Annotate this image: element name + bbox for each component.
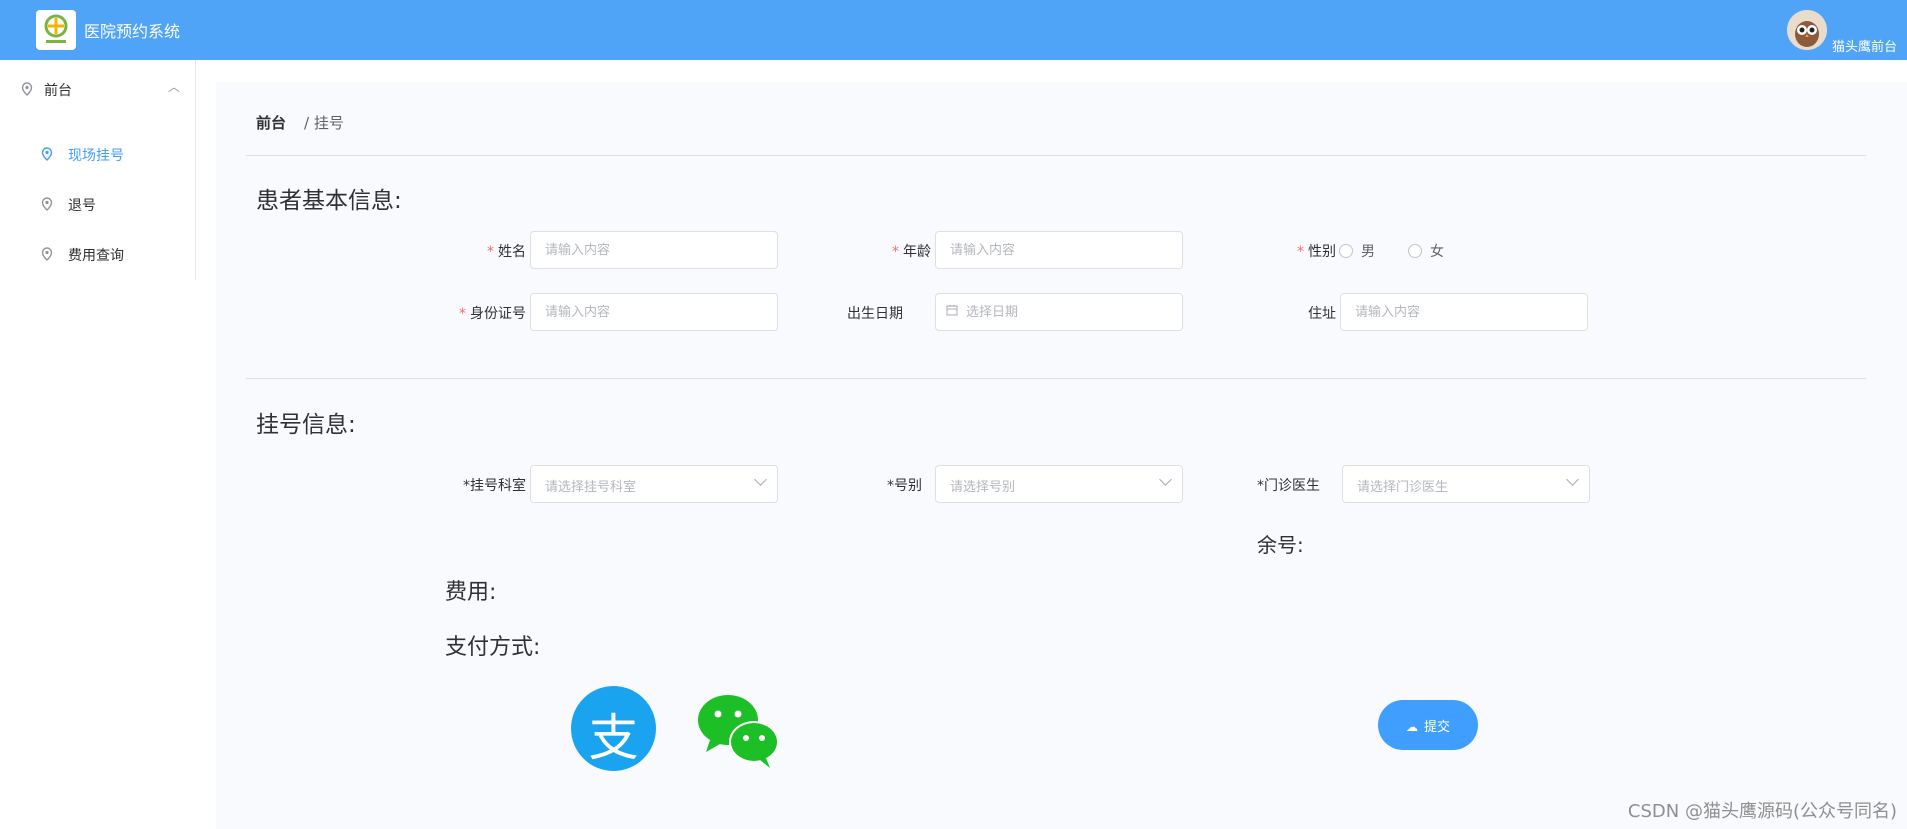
patient-section-title: 患者基本信息: [256, 188, 402, 214]
app-title: 医院预约系统 [84, 22, 181, 41]
wechat-icon[interactable] [696, 692, 780, 770]
id-number-input[interactable] [530, 293, 778, 331]
name-input[interactable] [530, 231, 778, 269]
sidebar-item-label: 费用查询 [68, 248, 124, 264]
dept-select-placeholder: 请选择挂号科室 [545, 480, 637, 495]
location-icon [41, 247, 53, 261]
main-content: 前台 / 挂号 患者基本信息: *姓名 *年龄 *性别 男 女 *身份证号 出生日… [216, 82, 1907, 829]
user-name[interactable]: 猫头鹰前台 [1832, 36, 1897, 55]
id-label: * 身份证号 [459, 306, 526, 322]
chevron-down-icon [1566, 473, 1579, 486]
breadcrumb-first[interactable]: 前台 [256, 114, 286, 132]
dept-label: *挂号科室 [463, 478, 526, 494]
submit-button[interactable]: ☁ 提交 [1378, 700, 1478, 750]
age-input[interactable] [935, 231, 1183, 269]
divider [246, 378, 1866, 379]
location-icon [41, 197, 53, 211]
alipay-icon[interactable]: 支 [571, 686, 656, 771]
fee-label: 费用: [445, 580, 497, 605]
watermark: CSDN @猫头鹰源码(公众号同名) [1627, 801, 1897, 822]
chevron-up-icon: ︿ [167, 80, 180, 94]
sidebar-item-label: 现场挂号 [68, 148, 124, 164]
user-avatar[interactable] [1787, 10, 1827, 50]
hospital-logo [36, 10, 76, 50]
dept-select[interactable]: 请选择挂号科室 [530, 465, 778, 503]
birth-date-picker[interactable] [935, 293, 1183, 331]
cloud-upload-icon: ☁ [1405, 719, 1418, 734]
type-label: *号别 [887, 478, 922, 494]
gender-female-label: 女 [1430, 244, 1444, 260]
registration-section-title: 挂号信息: [256, 412, 356, 438]
address-label: 住址 [1308, 306, 1336, 322]
chevron-down-icon [754, 473, 767, 486]
top-header: 医院预约系统 猫头鹰前台 [0, 0, 1907, 60]
gender-female-radio[interactable]: 女 [1408, 241, 1458, 260]
birth-label: 出生日期 [847, 306, 903, 322]
doctor-select-placeholder: 请选择门诊医生 [1357, 480, 1449, 495]
sidebar-item-fee-query[interactable]: 费用查询 [40, 245, 190, 265]
age-label: * 年龄 [892, 244, 931, 260]
breadcrumb-second: / 挂号 [304, 114, 344, 132]
gender-label: * 性别 [1297, 244, 1336, 260]
divider [246, 155, 1866, 156]
doctor-select[interactable]: 请选择门诊医生 [1342, 465, 1590, 503]
sidebar-group-frontdesk[interactable]: 前台 ︿ [20, 80, 180, 100]
sidebar-group-label: 前台 [44, 83, 72, 99]
ticket-type-select-placeholder: 请选择号别 [950, 480, 1016, 495]
breadcrumb: 前台 / 挂号 [256, 112, 344, 133]
payment-label: 支付方式: [445, 635, 541, 660]
submit-label: 提交 [1423, 719, 1450, 735]
gender-male-radio[interactable]: 男 [1339, 241, 1389, 260]
sidebar-item-label: 退号 [68, 198, 96, 214]
location-icon [41, 147, 53, 161]
doctor-label: *门诊医生 [1257, 478, 1320, 494]
chevron-down-icon [1159, 473, 1172, 486]
sidebar-item-cancel-registration[interactable]: 退号 [40, 195, 190, 215]
name-label: * 姓名 [487, 244, 526, 260]
address-input[interactable] [1340, 293, 1588, 331]
gender-male-label: 男 [1361, 244, 1375, 260]
remaining-label: 余号: [1257, 533, 1304, 557]
calendar-icon [946, 304, 958, 319]
sidebar-item-onsite-registration[interactable]: 现场挂号 [40, 145, 190, 165]
sidebar: 前台 ︿ 现场挂号 退号 费用查询 [0, 60, 196, 280]
ticket-type-select[interactable]: 请选择号别 [935, 465, 1183, 503]
location-icon [21, 82, 33, 96]
